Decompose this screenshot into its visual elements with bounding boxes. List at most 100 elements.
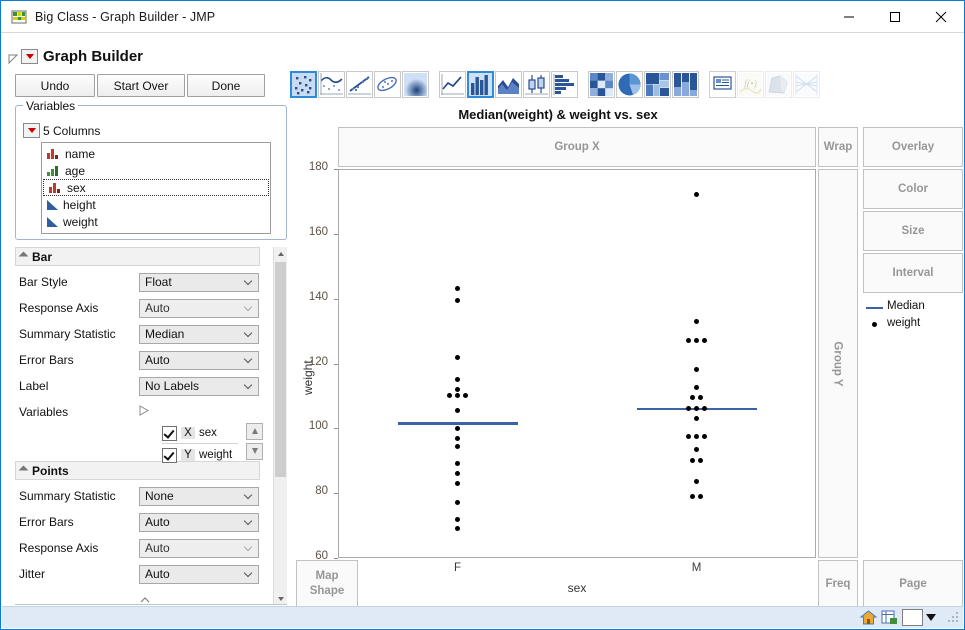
data-point[interactable] [455, 444, 460, 449]
data-point[interactable] [686, 434, 691, 439]
variable-checkbox[interactable] [162, 448, 177, 463]
dropzone-group-x[interactable]: Group X [338, 127, 816, 167]
scrollbar-thumb[interactable] [275, 262, 286, 477]
home-icon[interactable] [860, 610, 877, 625]
column-item-weight[interactable]: weight [42, 213, 270, 230]
line-icon[interactable] [439, 71, 466, 98]
scroll-up-icon[interactable] [274, 247, 287, 260]
data-point[interactable] [455, 481, 460, 486]
dropzone-size[interactable]: Size [863, 211, 963, 251]
plot-frame[interactable] [338, 169, 816, 558]
points-summary-statistic-select[interactable]: None [139, 487, 259, 506]
ellipse-icon[interactable] [374, 71, 401, 98]
color-swatch-box[interactable] [902, 609, 923, 626]
treemap-icon[interactable] [644, 71, 671, 98]
median-line[interactable] [398, 422, 518, 425]
data-point[interactable] [690, 494, 695, 499]
data-point[interactable] [455, 355, 460, 360]
caption-box-icon[interactable] [709, 71, 736, 98]
data-point[interactable] [698, 494, 703, 499]
dropzone-wrap[interactable]: Wrap [818, 127, 858, 167]
column-item-height[interactable]: height [42, 196, 270, 213]
data-table-icon[interactable] [881, 610, 898, 625]
scroll-down-icon[interactable] [274, 592, 287, 605]
dropdown-caret-icon[interactable] [926, 614, 936, 621]
data-point[interactable] [455, 517, 460, 522]
points-jitter-value: Auto [145, 567, 170, 581]
bar-style-label: Bar Style [15, 275, 139, 289]
heatmap-icon[interactable] [588, 71, 615, 98]
dropzone-group-y[interactable]: Group Y [818, 169, 858, 558]
parallel-plot-icon[interactable] [793, 71, 820, 98]
line-of-fit-icon[interactable] [346, 71, 373, 98]
jmp-grid-icon [11, 9, 27, 25]
bar-error-bars-select[interactable]: Auto [139, 351, 259, 370]
mosaic-icon[interactable] [672, 71, 699, 98]
maximize-button[interactable] [872, 1, 918, 32]
histogram-icon[interactable] [551, 71, 578, 98]
bar-variable-row-y[interactable]: Y weight [162, 445, 238, 465]
dropzone-color[interactable]: Color [863, 169, 963, 209]
outline-disclosure-icon[interactable] [8, 51, 18, 61]
resize-grip-icon[interactable] [948, 612, 959, 623]
properties-scrollbar[interactable] [273, 247, 287, 605]
bar-summary-statistic-select[interactable]: Median [139, 325, 259, 344]
columns-header: 5 Columns [23, 123, 100, 138]
columns-menu-icon[interactable] [23, 123, 40, 138]
formula-icon[interactable]: f(•) [737, 71, 764, 98]
start-over-button[interactable]: Start Over [97, 74, 185, 97]
pane-collapse-icon[interactable] [139, 592, 151, 602]
columns-list[interactable]: name age sex height weight [41, 142, 271, 234]
points-jitter-select[interactable]: Auto [139, 565, 259, 584]
bar-icon[interactable] [467, 71, 494, 98]
pie-icon[interactable] [616, 71, 643, 98]
contour-icon[interactable] [402, 71, 429, 98]
done-button[interactable]: Done [187, 74, 265, 97]
points-response-axis-select[interactable]: Auto [139, 539, 259, 558]
undo-button[interactable]: Undo [15, 74, 95, 97]
points-icon[interactable] [290, 71, 317, 98]
data-point[interactable] [455, 436, 460, 441]
dropzone-freq[interactable]: Freq [818, 560, 858, 607]
data-point[interactable] [694, 447, 699, 452]
area-icon[interactable] [495, 71, 522, 98]
close-button[interactable] [918, 1, 964, 32]
map-shapes-icon[interactable] [765, 71, 792, 98]
points-error-bars-label: Error Bars [15, 515, 139, 529]
data-point[interactable] [455, 298, 460, 303]
variables-expand-icon[interactable] [139, 403, 153, 421]
data-point[interactable] [702, 434, 707, 439]
bar-response-axis-select[interactable]: Auto [139, 299, 259, 318]
data-point[interactable] [698, 395, 703, 400]
arrow-down-icon[interactable] [246, 443, 263, 460]
bar-variable-row-x[interactable]: X sex [162, 423, 238, 443]
column-item-age[interactable]: age [42, 162, 270, 179]
bar-label-select[interactable]: No Labels [139, 377, 259, 396]
box-plot-icon[interactable] [523, 71, 550, 98]
y-tick-label: 100 [296, 420, 328, 432]
dropzone-page[interactable]: Page [863, 560, 963, 607]
data-point[interactable] [690, 395, 695, 400]
minimize-button[interactable] [826, 1, 872, 32]
bar-section-header[interactable]: Bar [15, 247, 260, 266]
data-point[interactable] [694, 434, 699, 439]
data-point[interactable] [694, 319, 699, 324]
arrow-up-icon[interactable] [246, 423, 263, 440]
data-point[interactable] [455, 387, 460, 392]
red-triangle-menu-icon[interactable] [21, 49, 38, 64]
column-item-sex[interactable]: sex [43, 179, 269, 196]
y-tick-label: 80 [296, 485, 328, 497]
data-point[interactable] [455, 408, 460, 413]
data-point[interactable] [455, 426, 460, 431]
bar-style-select[interactable]: Float [139, 273, 259, 292]
points-error-bars-select[interactable]: Auto [139, 513, 259, 532]
dropzone-overlay[interactable]: Overlay [863, 127, 963, 167]
points-response-axis-row: Response Axis Auto [15, 535, 287, 561]
legend-label: weight [887, 317, 920, 329]
points-jitter-label: Jitter [15, 567, 139, 581]
variable-checkbox[interactable] [162, 426, 177, 441]
dropzone-interval[interactable]: Interval [863, 253, 963, 293]
column-item-name[interactable]: name [42, 145, 270, 162]
graph-builder-outline-header: Graph Builder [1, 45, 964, 67]
smoother-icon[interactable] [318, 71, 345, 98]
